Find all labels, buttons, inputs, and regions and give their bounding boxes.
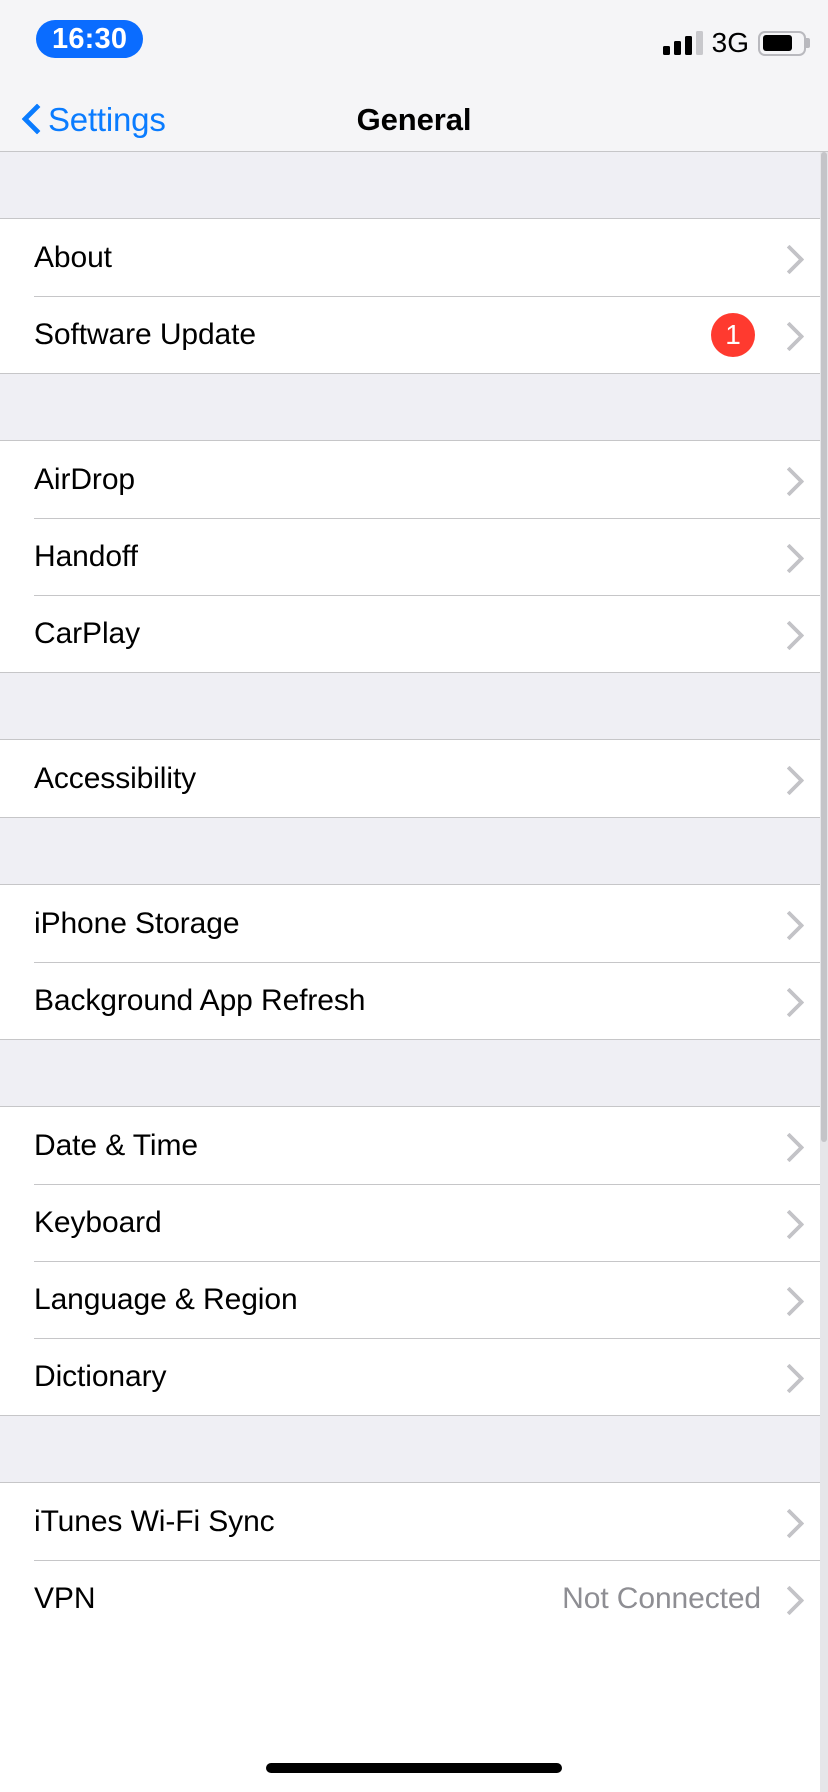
row-label: Accessibility — [34, 761, 197, 795]
row-label: Handoff — [34, 539, 138, 573]
section-gap — [0, 1039, 828, 1107]
cellular-signal-icon — [662, 31, 703, 55]
status-bar-time: 16:30 — [36, 20, 144, 58]
navigation-bar: Settings General — [0, 88, 828, 152]
cellular-network-label: 3G — [711, 27, 749, 58]
settings-group-localization: Date & Time Keyboard Language & Region D… — [0, 1107, 828, 1415]
chevron-right-icon — [779, 984, 798, 1018]
settings-row-software-update[interactable]: Software Update 1 — [0, 296, 828, 373]
chevron-right-icon — [779, 1129, 798, 1163]
row-label: iPhone Storage — [34, 906, 240, 940]
row-label: iTunes Wi-Fi Sync — [34, 1504, 275, 1538]
settings-row-itunes-wifi-sync[interactable]: iTunes Wi-Fi Sync — [0, 1483, 828, 1560]
chevron-right-icon — [779, 1582, 798, 1616]
status-bar: 16:30 3G — [0, 0, 828, 88]
settings-group-sync-vpn: iTunes Wi-Fi Sync VPN Not Connected — [0, 1483, 828, 1637]
row-label: Language & Region — [34, 1282, 298, 1316]
settings-row-date-time[interactable]: Date & Time — [0, 1107, 828, 1184]
section-gap — [0, 373, 828, 441]
chevron-right-icon — [779, 1283, 798, 1317]
settings-row-language-region[interactable]: Language & Region — [0, 1261, 828, 1338]
row-label: Date & Time — [34, 1128, 198, 1162]
section-gap — [0, 152, 828, 219]
chevron-right-icon — [779, 1206, 798, 1240]
row-label: About — [34, 240, 112, 274]
settings-row-keyboard[interactable]: Keyboard — [0, 1184, 828, 1261]
scrollbar-thumb[interactable] — [821, 152, 827, 1142]
settings-group-storage: iPhone Storage Background App Refresh — [0, 885, 828, 1039]
chevron-right-icon — [779, 907, 798, 941]
chevron-right-icon — [779, 318, 798, 352]
status-badge: 1 — [711, 312, 755, 357]
settings-row-iphone-storage[interactable]: iPhone Storage — [0, 885, 828, 962]
chevron-right-icon — [779, 241, 798, 275]
chevron-right-icon — [779, 463, 798, 497]
chevron-right-icon — [779, 540, 798, 574]
row-label: Dictionary — [34, 1359, 167, 1393]
status-bar-indicators: 3G — [662, 26, 810, 60]
chevron-right-icon — [779, 762, 798, 796]
page-title: General — [356, 101, 472, 137]
row-label: CarPlay — [34, 616, 140, 650]
settings-row-accessibility[interactable]: Accessibility — [0, 740, 828, 817]
settings-row-vpn[interactable]: VPN Not Connected — [0, 1560, 828, 1637]
settings-group-connectivity: AirDrop Handoff CarPlay — [0, 441, 828, 672]
settings-row-handoff[interactable]: Handoff — [0, 518, 828, 595]
row-label: Keyboard — [34, 1205, 162, 1239]
home-indicator[interactable] — [266, 1763, 562, 1773]
section-gap — [0, 1415, 828, 1483]
settings-row-background-app-refresh[interactable]: Background App Refresh — [0, 962, 828, 1039]
section-gap — [0, 672, 828, 740]
section-gap — [0, 817, 828, 885]
row-value: Not Connected — [562, 1581, 761, 1615]
settings-group-system-info: About Software Update 1 — [0, 219, 828, 373]
chevron-right-icon — [779, 617, 798, 651]
battery-cap — [806, 38, 810, 48]
battery-fill — [762, 35, 793, 51]
settings-row-carplay[interactable]: CarPlay — [0, 595, 828, 672]
row-label: AirDrop — [34, 462, 135, 496]
settings-list[interactable]: About Software Update 1 AirDrop Handoff … — [0, 152, 828, 1792]
row-label: Background App Refresh — [34, 983, 366, 1017]
settings-row-dictionary[interactable]: Dictionary — [0, 1338, 828, 1415]
settings-row-about[interactable]: About — [0, 219, 828, 296]
settings-row-airdrop[interactable]: AirDrop — [0, 441, 828, 518]
chevron-right-icon — [779, 1360, 798, 1394]
row-label: Software Update — [34, 317, 256, 351]
chevron-right-icon — [779, 1505, 798, 1539]
battery-icon — [758, 30, 810, 56]
settings-general-screen: 16:30 3G Settings General About Software… — [0, 0, 828, 1792]
row-label: VPN — [34, 1581, 96, 1615]
settings-group-accessibility: Accessibility — [0, 740, 828, 817]
